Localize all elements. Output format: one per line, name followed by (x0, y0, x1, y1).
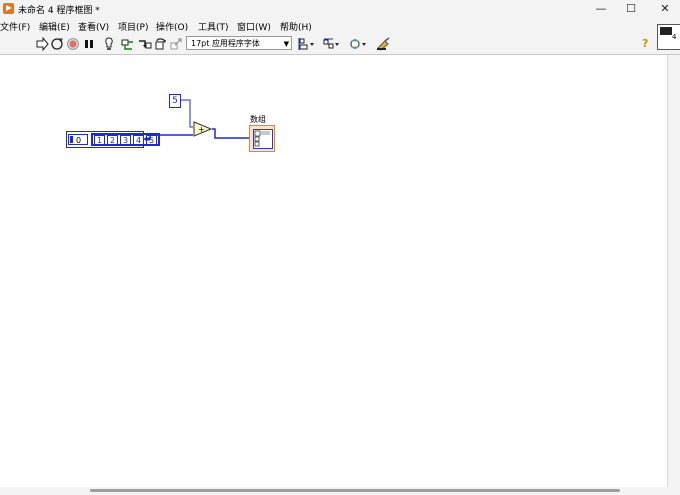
retain-wire-values-icon[interactable] (120, 37, 134, 51)
align-objects-icon[interactable] (298, 37, 316, 51)
menu-help[interactable]: 帮助(H) (280, 20, 312, 33)
menu-project[interactable]: 项目(P) (118, 20, 148, 33)
array-elements: 1 2 3 4 5 (91, 133, 160, 146)
horizontal-scroll-thumb[interactable] (90, 489, 620, 492)
array-indicator[interactable] (249, 125, 275, 152)
labview-app-icon (3, 3, 14, 14)
array-element[interactable]: 4 (133, 135, 144, 146)
add-function-node[interactable]: + (193, 121, 213, 137)
menu-operate[interactable]: 操作(O) (156, 20, 188, 33)
reorder-icon[interactable] (350, 37, 368, 51)
menu-bar: 文件(F) 编辑(E) 查看(V) 项目(P) 操作(O) 工具(T) 窗口(W… (0, 18, 680, 34)
add-symbol: + (198, 125, 205, 134)
array-element[interactable]: 3 (120, 135, 131, 146)
menu-view[interactable]: 查看(V) (78, 20, 109, 33)
vertical-scrollbar[interactable] (667, 55, 680, 487)
font-select-value: 17pt 应用程序字体 (191, 39, 260, 48)
title-bar: 未命名 4 程序框图 * — ☐ ✕ (0, 0, 680, 18)
run-arrow-icon[interactable] (35, 37, 49, 51)
step-into-icon[interactable] (138, 37, 152, 51)
step-out-icon[interactable] (169, 37, 183, 51)
index-stepper-icon[interactable] (70, 136, 73, 143)
toolbar: 17pt 应用程序字体 ▼ (0, 34, 680, 55)
maximize-button[interactable]: ☐ (616, 0, 646, 18)
font-select[interactable]: 17pt 应用程序字体 ▼ (186, 36, 292, 50)
array-element[interactable]: 5 (146, 135, 157, 146)
menu-window[interactable]: 窗口(W) (237, 20, 271, 33)
help-icon[interactable]: ? (642, 37, 648, 50)
highlight-execution-icon[interactable] (102, 37, 116, 51)
distribute-objects-icon[interactable] (323, 37, 341, 51)
array-index-value: 0 (76, 136, 82, 145)
vi-icon-number: 4 (672, 33, 677, 41)
monitor-icon (660, 27, 672, 35)
chevron-down-icon: ▼ (283, 40, 289, 48)
cleanup-diagram-icon[interactable] (376, 37, 392, 51)
vi-icon[interactable]: 4 (657, 24, 680, 50)
menu-edit[interactable]: 编辑(E) (39, 20, 70, 33)
array-constant[interactable]: 0 1 2 3 4 5 (66, 131, 160, 148)
numeric-constant[interactable]: 5 (169, 94, 181, 108)
array-index-display[interactable]: 0 (68, 134, 88, 145)
horizontal-scrollbar[interactable] (0, 487, 680, 495)
array-element[interactable]: 2 (107, 135, 118, 146)
abort-icon[interactable] (66, 37, 80, 51)
pause-icon[interactable] (82, 37, 96, 51)
array-element[interactable]: 1 (94, 135, 105, 146)
window-title: 未命名 4 程序框图 * (18, 6, 100, 16)
step-over-icon[interactable] (154, 37, 168, 51)
menu-tools[interactable]: 工具(T) (198, 20, 229, 33)
run-continuously-icon[interactable] (50, 37, 64, 51)
block-diagram-canvas[interactable] (0, 55, 667, 487)
indicator-label[interactable]: 数组 (250, 114, 266, 125)
minimize-button[interactable]: — (586, 0, 616, 18)
menu-file[interactable]: 文件(F) (0, 20, 30, 33)
close-button[interactable]: ✕ (650, 0, 680, 18)
array-indicator-icon (253, 129, 273, 149)
